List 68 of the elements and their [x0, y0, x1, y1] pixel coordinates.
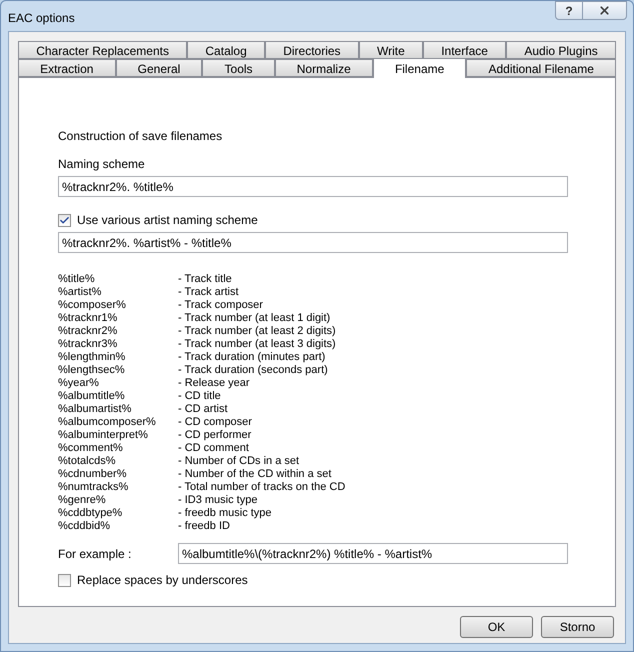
tab[interactable]: General [116, 59, 202, 77]
checkbox-label: Use various artist naming scheme [77, 212, 258, 229]
variable-description: - freedb ID [178, 520, 230, 533]
variable-name: %totalcds% [58, 455, 116, 468]
variable-description: - CD composer [178, 416, 252, 429]
variable-description: - freedb music type [178, 507, 272, 520]
help-button[interactable]: ? [555, 1, 583, 20]
close-button[interactable] [583, 1, 627, 20]
variable-name: %year% [58, 377, 100, 390]
variable-description: - CD comment [178, 442, 249, 455]
variable-name: %cdnumber% [58, 468, 128, 481]
text-field[interactable]: %tracknr2%. %title% [58, 176, 568, 197]
variable-name: %albuminterpret% [58, 429, 149, 442]
tab[interactable]: Directories [264, 41, 359, 59]
variable-name: %lengthmin% [58, 351, 126, 364]
close-icon [598, 4, 611, 17]
variable-description: - Track number (at least 1 digit) [178, 312, 330, 325]
checkbox[interactable] [58, 574, 71, 586]
variable-description: - Number of the CD within a set [178, 468, 332, 481]
variable-description: - CD artist [178, 403, 228, 416]
tab[interactable]: Write [358, 41, 423, 59]
variable-description: - Total number of tracks on the CD [178, 481, 346, 494]
tab[interactable]: Catalog [187, 41, 265, 59]
field-label: Naming scheme [58, 156, 146, 173]
variable-description: - Track number (at least 3 digits) [178, 338, 336, 351]
variable-name: %title% [58, 273, 96, 286]
variable-name: %albumcomposer% [58, 416, 157, 429]
tab[interactable]: Audio Plugins [506, 41, 616, 59]
variable-name: %lengthsec% [58, 364, 126, 377]
variable-description: - CD title [178, 390, 221, 403]
variable-name: %cddbid% [58, 520, 111, 533]
variable-name: %tracknr1% [58, 312, 118, 325]
text-field[interactable]: %tracknr2%. %artist% - %title% [58, 232, 568, 253]
tab[interactable]: Additional Filename [466, 59, 616, 77]
variable-description: - Track duration (seconds part) [178, 364, 328, 377]
tab[interactable]: Extraction [18, 59, 116, 77]
variable-name: %artist% [58, 286, 102, 299]
checkbox-label: Replace spaces by underscores [77, 572, 248, 589]
variable-description: - Number of CDs in a set [178, 455, 300, 468]
variable-name: %albumartist% [58, 403, 132, 416]
tab[interactable]: Normalize [274, 59, 373, 77]
section-title: Construction of save filenames [58, 128, 224, 145]
field-label: For example : [58, 546, 132, 562]
tab[interactable]: Character Replacements [18, 41, 188, 59]
variable-name: %cddbtype% [58, 507, 124, 520]
variable-name: %composer% [58, 299, 127, 312]
tab[interactable]: Tools [202, 59, 275, 77]
variable-description: - Track duration (minutes part) [178, 351, 326, 364]
window-title: EAC options [8, 10, 75, 27]
text-field[interactable]: %albumtitle%\(%tracknr2%) %title% - %artist% [178, 543, 568, 564]
checkbox[interactable] [58, 214, 71, 226]
tab[interactable]: Filename [372, 58, 466, 78]
variable-name: %comment% [58, 442, 124, 455]
variable-description: - Track composer [178, 299, 263, 312]
variable-name: %tracknr3% [58, 338, 118, 351]
variable-description: - Track artist [178, 286, 239, 299]
ok-button[interactable]: OK [460, 616, 533, 638]
variable-name: %albumtitle% [58, 390, 126, 403]
variable-name: %numtracks% [58, 481, 130, 494]
variable-name: %tracknr2% [58, 325, 118, 338]
variable-description: - Track number (at least 2 digits) [178, 325, 336, 338]
tab[interactable]: Interface [423, 41, 506, 59]
variable-description: - ID3 music type [178, 494, 258, 507]
variable-description: - Track title [178, 273, 232, 286]
cancel-button[interactable]: Storno [541, 616, 614, 638]
variable-name: %genre% [58, 494, 107, 507]
variable-description: - Release year [178, 377, 250, 390]
variable-description: - CD performer [178, 429, 252, 442]
